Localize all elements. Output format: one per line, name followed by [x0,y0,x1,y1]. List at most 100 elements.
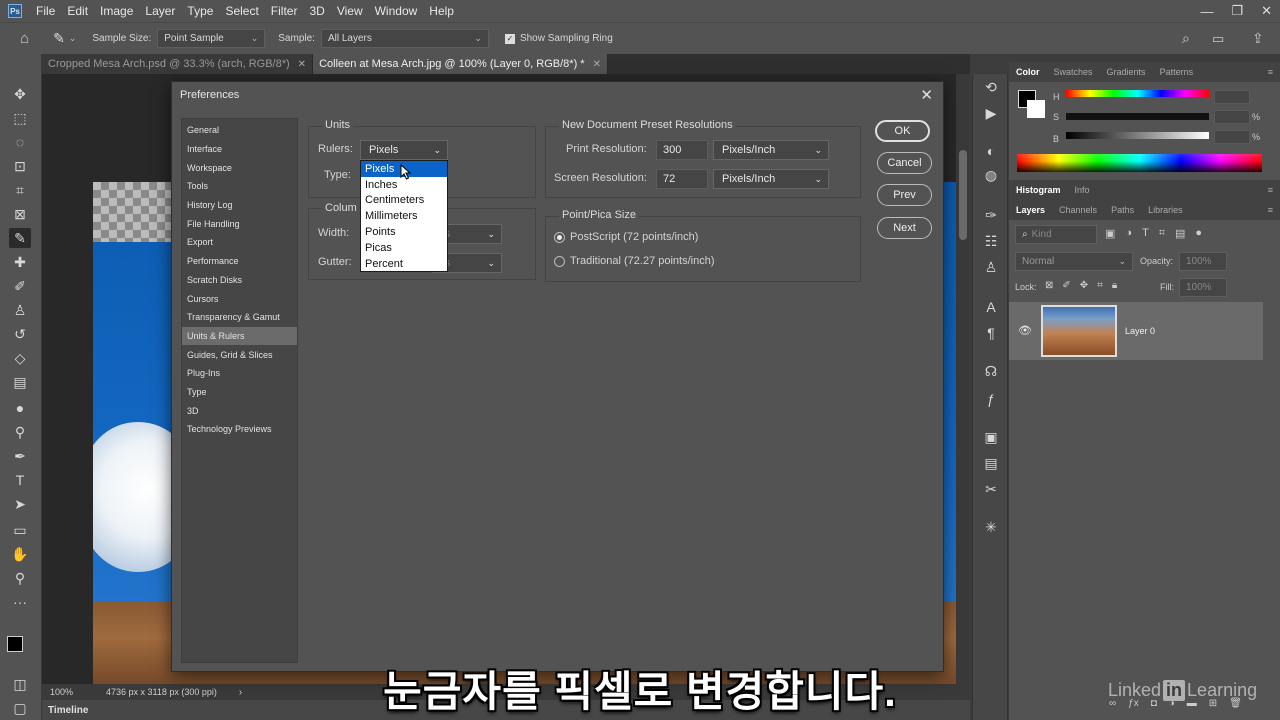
tab-libraries[interactable]: Libraries [1141,205,1190,215]
filter-pixel-icon[interactable]: ▣ [1105,227,1115,240]
prev-button[interactable]: Prev [877,184,932,206]
hue-slider[interactable] [1066,90,1209,97]
lock-transparency-icon[interactable]: ⊠ [1045,280,1053,291]
home-icon[interactable]: ⌂ [20,30,29,47]
menu-image[interactable]: Image [94,4,139,18]
more-tools-icon[interactable]: ··· [9,592,31,612]
menu-3d[interactable]: 3D [303,4,330,18]
brush-settings-icon[interactable]: ✑ [981,206,1001,224]
traditional-radio[interactable] [554,256,565,267]
scrollbar-thumb[interactable] [959,150,967,240]
menu-type[interactable]: Type [181,4,219,18]
color-background-swatch[interactable] [1027,100,1045,118]
nav-history-log[interactable]: History Log [182,196,297,215]
filter-type-icon[interactable]: T [1142,227,1149,240]
lock-all-icon[interactable]: 🔒︎ [1112,280,1117,291]
brightness-slider[interactable] [1066,132,1209,139]
menu-edit[interactable]: Edit [61,4,94,18]
option-percent[interactable]: Percent [361,256,447,272]
clone-source-icon[interactable]: ♙ [981,258,1001,276]
tab-patterns[interactable]: Patterns [1153,67,1201,77]
tab-channels[interactable]: Channels [1052,205,1104,215]
frame-tool-icon[interactable]: ⊠ [9,204,31,224]
saturation-slider[interactable] [1066,113,1209,120]
nav-plug-ins[interactable]: Plug-Ins [182,364,297,383]
tab-gradients[interactable]: Gradients [1100,67,1153,77]
nav-type[interactable]: Type [182,383,297,402]
menu-file[interactable]: File [30,4,61,18]
option-points[interactable]: Points [361,224,447,240]
option-millimeters[interactable]: Millimeters [361,208,447,224]
show-ring-checkbox[interactable]: ✓ [504,33,515,44]
zoom-tool-icon[interactable]: ⚲ [9,568,31,588]
filter-smart-object-icon[interactable]: ▤ [1175,227,1185,240]
nav-workspace[interactable]: Workspace [182,158,297,177]
blur-tool-icon[interactable]: ● [9,398,31,418]
styles-fx-icon[interactable]: ƒ [981,390,1001,408]
layer-kind-filter[interactable]: ⌕ Kind [1015,225,1097,244]
history-icon[interactable]: ⟲ [981,78,1001,96]
brightness-input[interactable] [1214,130,1250,144]
eyedropper-tool-icon[interactable]: ✎ [9,228,31,248]
menu-filter[interactable]: Filter [265,4,304,18]
share-icon[interactable]: ⇪ [1252,30,1264,47]
menu-window[interactable]: Window [369,4,424,18]
print-resolution-unit-select[interactable]: Pixels/Inch ⌄ [713,140,829,160]
nav-guides-grid-slices[interactable]: Guides, Grid & Slices [182,345,297,364]
rulers-select[interactable]: Pixels ⌄ [360,140,448,160]
tool-presets-icon[interactable]: ✂ [981,480,1001,498]
nav-export[interactable]: Export [182,233,297,252]
notes-icon[interactable]: ▤ [981,454,1001,472]
dodge-tool-icon[interactable]: ⚲ [9,422,31,442]
nav-transparency-gamut[interactable]: Transparency & Gamut [182,308,297,327]
character-icon[interactable]: A [981,298,1001,316]
nav-units-rulers[interactable]: Units & Rulers [182,326,297,346]
workspace-icon[interactable]: ▭ [1212,31,1224,47]
minimize-icon[interactable]: — [1200,4,1213,19]
close-tab-icon[interactable]: ✕ [593,59,601,70]
paragraph-icon[interactable]: ¶ [981,324,1001,342]
option-centimeters[interactable]: Centimeters [361,193,447,209]
marquee-tool-icon[interactable]: ⬚ [9,108,31,128]
opacity-input[interactable]: 100% [1179,252,1227,271]
sample-select[interactable]: All Layers ⌄ [320,29,489,48]
panel-menu-icon[interactable]: ≡ [1261,205,1280,215]
nav-cursors[interactable]: Cursors [182,289,297,308]
print-resolution-input[interactable]: 300 [656,140,708,160]
fill-input[interactable]: 100% [1179,278,1227,297]
path-select-tool-icon[interactable]: ➤ [9,494,31,514]
option-picas[interactable]: Picas [361,240,447,256]
tab-histogram[interactable]: Histogram [1009,185,1068,195]
eyedropper-tool-icon[interactable]: ✎ [53,30,65,47]
nav-interface[interactable]: Interface [182,140,297,159]
libraries-icon[interactable]: ▣ [981,428,1001,446]
hue-input[interactable] [1214,90,1250,104]
menu-help[interactable]: Help [423,4,460,18]
tool-preset-chevron-icon[interactable]: ⌄ [69,33,77,44]
menu-layer[interactable]: Layer [139,4,181,18]
history-brush-tool-icon[interactable]: ↺ [9,324,31,344]
tab-swatches[interactable]: Swatches [1047,67,1100,77]
tab-cropped-mesa-arch[interactable]: Cropped Mesa Arch.psd @ 33.3% (arch, RGB… [42,54,314,74]
brush-tool-icon[interactable]: ✐ [9,276,31,296]
visibility-eye-icon[interactable]: 👁︎ [1018,324,1032,337]
lasso-tool-icon[interactable]: ◌ [9,132,31,152]
lock-artboard-icon[interactable]: ⌗ [1097,280,1103,291]
tab-info[interactable]: Info [1068,185,1097,195]
tab-paths[interactable]: Paths [1104,205,1141,215]
foreground-color-swatch[interactable] [7,636,23,652]
nav-3d[interactable]: 3D [182,401,297,420]
adjustments-icon[interactable]: ◍ [981,166,1001,184]
nav-tools[interactable]: Tools [182,177,297,196]
close-icon[interactable]: ✕ [920,86,933,104]
postscript-radio[interactable] [554,232,565,243]
close-tab-icon[interactable]: ✕ [298,59,306,70]
restore-icon[interactable]: ❐ [1231,3,1243,19]
panel-menu-icon[interactable]: ≡ [1261,185,1280,195]
cancel-button[interactable]: Cancel [877,152,932,174]
panel-menu-icon[interactable]: ≡ [1261,67,1280,77]
crop-tool-icon[interactable]: ⌗ [9,180,31,200]
3d-icon[interactable]: ✳ [981,518,1001,536]
layer-row[interactable]: 👁︎ Layer 0 [1009,302,1263,360]
lock-pixels-icon[interactable]: ✐ [1062,280,1070,291]
